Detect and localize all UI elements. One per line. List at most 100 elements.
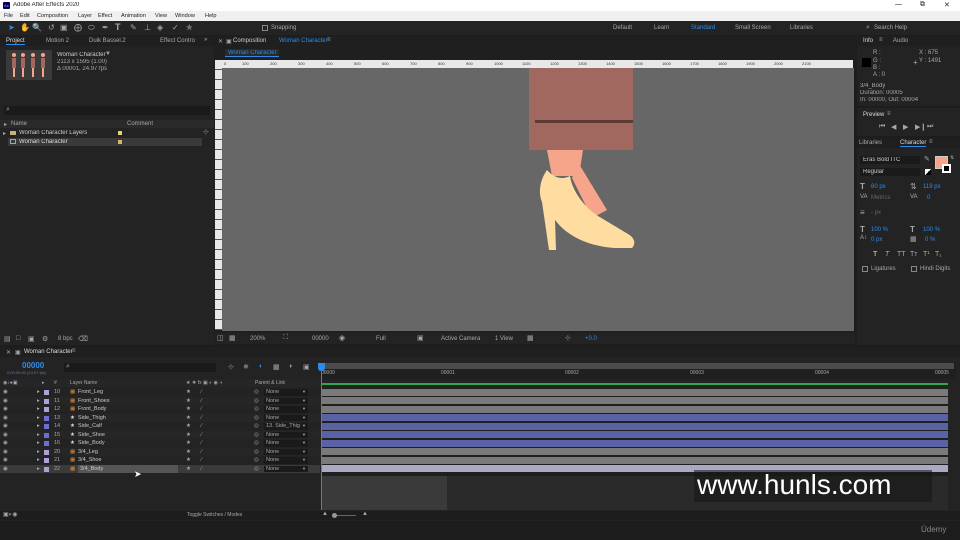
project-settings-icon[interactable]: ⚙ xyxy=(42,335,48,343)
layer-duration-bar[interactable] xyxy=(322,422,948,430)
label-color-swatch[interactable] xyxy=(44,432,49,438)
tsume-value[interactable]: 0 % xyxy=(925,237,935,243)
label-color-swatch[interactable] xyxy=(44,466,49,472)
panel-menu-icon[interactable]: ≡ xyxy=(929,139,933,145)
close-button[interactable]: ✕ xyxy=(944,1,950,9)
visibility-eye-icon[interactable]: ◉ xyxy=(3,414,8,423)
layer-duration-bar[interactable] xyxy=(322,405,948,413)
close-icon[interactable]: ✕ xyxy=(218,38,223,45)
parent-dropdown[interactable]: None ▼ xyxy=(264,397,308,404)
menu-help[interactable]: Help xyxy=(205,13,217,19)
panel-menu-icon[interactable]: » xyxy=(204,37,207,43)
quality-switch-icon[interactable]: ∕ xyxy=(201,422,202,431)
tracking-value[interactable]: 0 xyxy=(927,195,930,201)
stroke-width-value[interactable]: - px xyxy=(871,210,881,216)
faux-italic-button[interactable]: T xyxy=(885,251,889,258)
expand-arrow-icon[interactable]: ▸ xyxy=(37,388,40,397)
swap-colors-icon[interactable]: ⇅ xyxy=(950,155,954,161)
zoom-tool-icon[interactable]: 🔍 xyxy=(32,23,42,32)
pickwhip-icon[interactable]: ◎ xyxy=(254,397,259,406)
views-dropdown[interactable]: 1 View xyxy=(495,336,513,342)
shy-switch-icon[interactable]: ★ xyxy=(186,431,191,440)
roto-brush-tool-icon[interactable]: ✓ xyxy=(172,23,179,32)
visibility-eye-icon[interactable]: ◉ xyxy=(3,405,8,414)
eyedropper-icon[interactable]: ✎ xyxy=(924,155,930,163)
restore-button[interactable]: ⧉ xyxy=(920,1,925,9)
vscale-value[interactable]: 100 % xyxy=(871,227,888,233)
menu-window[interactable]: Window xyxy=(175,13,195,19)
zoom-in-icon[interactable]: ▲ xyxy=(362,511,368,517)
layer-name[interactable]: Side_Thigh xyxy=(78,414,178,423)
label-color-swatch[interactable] xyxy=(44,415,49,421)
exposure-value[interactable]: +0.0 xyxy=(585,336,597,342)
toggle-icon[interactable]: ▦ xyxy=(527,334,534,342)
play-icon[interactable]: ▶ xyxy=(903,123,908,131)
menu-file[interactable]: File xyxy=(4,13,13,19)
layer-row[interactable]: ◉ ▸ 12 ▦ Front_Body ★ ∕ ◎ None ▼ xyxy=(0,405,320,414)
tab-duik[interactable]: Duik Bassel.2 xyxy=(89,38,126,44)
expand-arrow-icon[interactable]: ▸ xyxy=(37,465,40,474)
layer-name[interactable]: 3/4_Leg xyxy=(78,448,178,457)
search-help-input[interactable]: Search Help xyxy=(874,25,907,31)
work-area-bar[interactable] xyxy=(321,363,954,369)
parent-dropdown[interactable]: None ▼ xyxy=(264,440,308,447)
quality-switch-icon[interactable]: ∕ xyxy=(201,465,202,474)
layer-name[interactable]: Front_Body xyxy=(78,405,178,414)
zoom-slider[interactable] xyxy=(332,513,356,518)
workspace-small-screen[interactable]: Small Screen xyxy=(735,25,771,31)
visibility-eye-icon[interactable]: ◉ xyxy=(3,465,8,474)
pen-tool-icon[interactable]: ✒ xyxy=(102,23,109,32)
timecode-display[interactable]: 00000 xyxy=(312,336,329,342)
puppet-tool-icon[interactable]: ✯ xyxy=(186,23,193,32)
ligatures-checkbox[interactable] xyxy=(862,266,868,272)
layer-row[interactable]: ◉ ▸ 10 ▦ Front_Leg ★ ∕ ◎ None ▼ xyxy=(0,388,320,397)
shy-switch-icon[interactable]: ★ xyxy=(186,439,191,448)
label-color-swatch[interactable] xyxy=(44,390,49,395)
label-color-swatch[interactable] xyxy=(44,398,49,404)
leading-value[interactable]: 119 px xyxy=(923,184,941,190)
timeline-search[interactable]: ⌕ xyxy=(64,363,216,372)
shy-switch-icon[interactable]: ★ xyxy=(186,465,191,474)
parent-dropdown[interactable]: 13. Side_Thig ▼ xyxy=(264,423,308,430)
menu-view[interactable]: View xyxy=(155,13,167,19)
layer-name[interactable]: Front_Leg xyxy=(78,388,178,397)
quality-switch-icon[interactable]: ∕ xyxy=(201,456,202,465)
shy-switch-icon[interactable]: ★ xyxy=(186,388,191,397)
stamp-tool-icon[interactable]: ⊥ xyxy=(144,23,151,32)
shy-switch-icon[interactable]: ★ xyxy=(186,448,191,457)
quality-switch-icon[interactable]: ∕ xyxy=(201,397,202,406)
small-caps-button[interactable]: Tт xyxy=(910,251,917,258)
selection-tool-icon[interactable]: ➤ xyxy=(8,23,15,32)
grid-icon[interactable]: ▦ xyxy=(229,334,236,342)
rotate-tool-icon[interactable]: ↺ xyxy=(48,23,55,32)
layer-duration-bar[interactable] xyxy=(322,397,948,405)
comp-viewer-canvas[interactable] xyxy=(222,68,854,331)
parent-dropdown[interactable]: None ▼ xyxy=(264,448,308,455)
black-white-icon[interactable] xyxy=(925,169,931,175)
pickwhip-icon[interactable]: ◎ xyxy=(254,414,259,423)
snapshot-icon[interactable]: ◉ xyxy=(339,334,345,342)
expand-arrow-icon[interactable]: ▸ xyxy=(37,405,40,414)
visibility-eye-icon[interactable]: ◉ xyxy=(3,456,8,465)
bpc-label[interactable]: 8 bpc xyxy=(58,336,73,342)
expand-arrow-icon[interactable]: ▸ xyxy=(37,431,40,440)
layer-duration-bar[interactable] xyxy=(322,388,948,396)
comp-subtab[interactable]: Woman Character xyxy=(225,49,279,57)
visibility-eye-icon[interactable]: ◉ xyxy=(3,439,8,448)
next-frame-icon[interactable]: ▶❙ xyxy=(915,123,926,131)
expand-arrow-icon[interactable]: ▸ xyxy=(37,439,40,448)
layer-duration-bar[interactable] xyxy=(322,414,948,422)
camera-tool-icon[interactable]: ▣ xyxy=(60,23,68,32)
pickwhip-icon[interactable]: ◎ xyxy=(254,439,259,448)
shy-layers-icon[interactable]: ▣ xyxy=(303,363,310,371)
layer-name[interactable]: Front_Shoes xyxy=(78,397,178,406)
label-color-swatch[interactable] xyxy=(44,424,49,429)
layer-row[interactable]: ◉ ▸ 11 ▦ Front_Shoes ★ ∕ ◎ None ▼ xyxy=(0,396,320,406)
playhead-handle-icon[interactable] xyxy=(318,363,325,371)
trash-icon[interactable]: ⌫ xyxy=(78,335,88,343)
timeline-timecode[interactable]: 00000 xyxy=(22,361,44,370)
layer-name[interactable]: 3/4_Shoe xyxy=(78,456,178,465)
type-tool-icon[interactable]: T xyxy=(115,22,121,32)
close-icon[interactable]: ✕ xyxy=(6,349,11,356)
tab-project[interactable]: Project xyxy=(6,38,25,45)
